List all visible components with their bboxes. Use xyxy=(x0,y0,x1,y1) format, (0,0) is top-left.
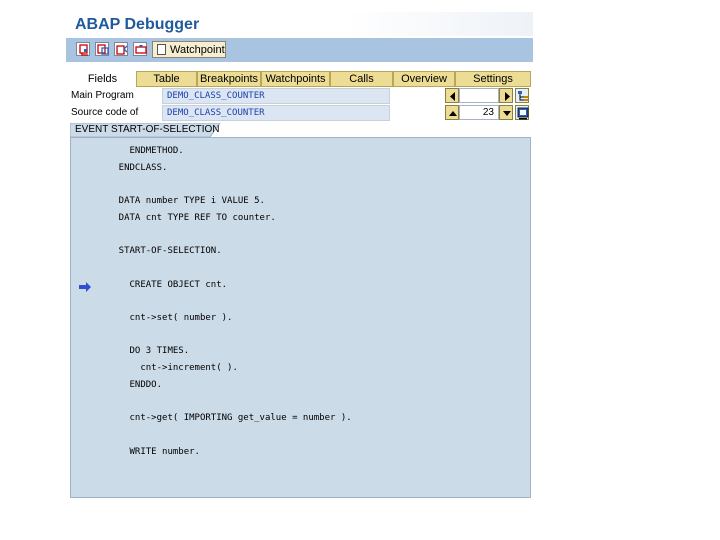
source-code-row: Source code of DEMO_CLASS_COUNTER 23 xyxy=(66,105,533,122)
continue-icon xyxy=(135,45,147,54)
watchpoint-button[interactable]: Watchpoint xyxy=(152,41,226,58)
tab-calls[interactable]: Calls xyxy=(330,71,393,87)
toolbar: Watchpoint xyxy=(66,38,533,62)
watchpoint-label: Watchpoint xyxy=(170,43,225,56)
tab-label: Fields xyxy=(87,73,118,85)
tab-table[interactable]: Table xyxy=(136,71,197,87)
current-line-arrow-icon xyxy=(79,282,91,292)
screen-icon xyxy=(517,107,529,120)
main-program-row: Main Program DEMO_CLASS_COUNTER xyxy=(66,88,533,105)
source-code-field: DEMO_CLASS_COUNTER xyxy=(162,105,390,121)
code-line[interactable]: CREATE OBJECT cnt. xyxy=(97,280,228,290)
tab-breakpoints[interactable]: Breakpoints xyxy=(197,71,261,87)
code-line[interactable]: DATA number TYPE i VALUE 5. xyxy=(97,196,265,206)
execute-button[interactable] xyxy=(95,42,109,56)
arrow-right-icon xyxy=(505,92,510,101)
scroll-left-button[interactable] xyxy=(445,88,459,103)
arrow-up-icon xyxy=(449,111,457,116)
code-line[interactable]: cnt->increment( ). xyxy=(97,363,238,373)
single-step-icon xyxy=(79,44,88,56)
tab-label: Table xyxy=(153,73,180,85)
arrow-down-icon xyxy=(503,111,511,116)
tab-fields[interactable]: Fields xyxy=(70,71,135,87)
source-code-label: Source code of xyxy=(71,107,139,118)
code-line[interactable]: WRITE number. xyxy=(97,447,200,457)
document-icon xyxy=(157,44,166,55)
debugger-window: ABAP Debugger Watchpoint Fields Table Br… xyxy=(66,12,533,502)
tab-settings[interactable]: Settings xyxy=(455,71,531,87)
main-program-line-field[interactable] xyxy=(459,88,499,103)
code-line[interactable]: DO 3 TIMES. xyxy=(97,346,190,356)
tab-watchpoints[interactable]: Watchpoints xyxy=(261,71,330,87)
window-title: ABAP Debugger xyxy=(75,16,200,33)
title-bar: ABAP Debugger xyxy=(66,12,533,36)
main-program-label: Main Program xyxy=(71,90,134,101)
scroll-up-button[interactable] xyxy=(445,105,459,120)
return-button[interactable] xyxy=(114,42,128,56)
scroll-right-button[interactable] xyxy=(499,88,513,103)
code-line[interactable]: ENDDO. xyxy=(97,380,163,390)
code-line[interactable]: DATA cnt TYPE REF TO counter. xyxy=(97,213,276,223)
single-step-button[interactable] xyxy=(76,42,90,56)
tab-label: Watchpoints xyxy=(265,73,326,85)
code-line[interactable]: cnt->set( number ). xyxy=(97,313,233,323)
section-tab: EVENT START-OF-SELECTION xyxy=(75,124,220,135)
arrow-left-icon xyxy=(450,92,455,101)
code-line[interactable]: START-OF-SELECTION. xyxy=(97,246,222,256)
source-display-button[interactable] xyxy=(515,105,529,120)
hierarchy-button[interactable] xyxy=(515,88,529,103)
source-code-view[interactable]: ENDMETHOD. ENDCLASS. DATA number TYPE i … xyxy=(70,137,531,498)
hierarchy-icon xyxy=(518,91,528,101)
code-line[interactable]: ENDCLASS. xyxy=(97,163,168,173)
return-icon xyxy=(116,45,128,55)
code-line[interactable]: ENDMETHOD. xyxy=(97,146,184,156)
tab-label: Overview xyxy=(401,73,447,85)
tab-label: Calls xyxy=(349,73,374,85)
continue-button[interactable] xyxy=(133,42,147,56)
code-line[interactable]: cnt->get( IMPORTING get_value = number )… xyxy=(97,413,352,423)
tab-overview[interactable]: Overview xyxy=(393,71,455,87)
tab-label: Settings xyxy=(473,73,513,85)
scroll-down-button[interactable] xyxy=(499,105,513,120)
main-program-field: DEMO_CLASS_COUNTER xyxy=(162,88,390,104)
source-line-field[interactable]: 23 xyxy=(459,105,499,120)
execute-icon xyxy=(97,44,109,55)
tab-label: Breakpoints xyxy=(199,73,259,85)
tab-strip: Fields Table Breakpoints Watchpoints Cal… xyxy=(66,69,533,87)
